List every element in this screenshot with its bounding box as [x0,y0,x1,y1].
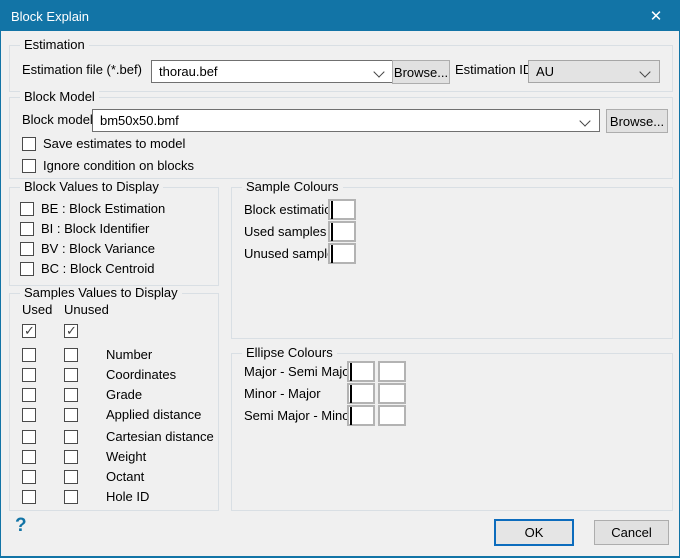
colour-fill [331,223,333,241]
estimation-id-label: Estimation ID [455,62,532,78]
used-cartesian-distance-checkbox[interactable] [22,430,36,444]
applied-distance-label: Applied distance [106,407,201,423]
used-coordinates-checkbox[interactable] [22,368,36,382]
used-octant-checkbox[interactable] [22,470,36,484]
number-label: Number [106,347,152,363]
ignore-condition-label: Ignore condition on blocks [43,158,194,174]
unused-cartesian-distance-checkbox[interactable] [64,430,78,444]
be-checkbox[interactable] [20,202,34,216]
block-model-group: Block Model Block model bm50x50.bmf Brow… [9,97,673,179]
minor-major-colour-swatch[interactable] [347,383,375,404]
ellipse-colours-group-label: Ellipse Colours [242,346,337,360]
sample-colours-group: Sample Colours Block estimation Used sam… [231,187,673,339]
unused-column-header: Unused [64,302,109,318]
save-estimates-checkbox[interactable] [22,137,36,151]
sample-colours-group-label: Sample Colours [242,180,343,194]
estimation-file-label: Estimation file (*.bef) [22,62,142,78]
bv-checkbox[interactable] [20,242,34,256]
window-title: Block Explain [1,9,89,24]
unused-applied-distance-checkbox[interactable] [64,408,78,422]
colour-fill [331,201,333,219]
block-explain-dialog: Block Explain ✕ Estimation Estimation fi… [0,0,680,558]
be-label: BE : Block Estimation [41,201,165,217]
block-values-group: Block Values to Display BE : Block Estim… [9,187,219,286]
block-model-group-label: Block Model [20,90,99,104]
save-estimates-label: Save estimates to model [43,136,185,152]
chevron-down-icon [639,66,650,77]
unused-number-checkbox[interactable] [64,348,78,362]
estimation-group: Estimation Estimation file (*.bef) thora… [9,45,673,92]
colour-fill [350,385,352,403]
cancel-button[interactable]: Cancel [594,520,669,545]
weight-label: Weight [106,449,146,465]
major-semi-major-colour-swatch[interactable] [347,361,375,382]
chevron-down-icon [579,115,590,126]
block-model-combobox[interactable]: bm50x50.bmf [92,109,600,132]
used-grade-checkbox[interactable] [22,388,36,402]
ignore-condition-checkbox[interactable] [22,159,36,173]
block-model-value: bm50x50.bmf [100,113,179,128]
unused-grade-checkbox[interactable] [64,388,78,402]
ok-button[interactable]: OK [494,519,574,546]
used-samples-colour-swatch[interactable] [328,221,356,242]
hole-id-label: Hole ID [106,489,149,505]
bc-label: BC : Block Centroid [41,261,154,277]
unused-hole-id-checkbox[interactable] [64,490,78,504]
estimation-file-value: thorau.bef [159,64,218,79]
block-model-label: Block model [22,112,93,128]
colour-fill [331,245,333,263]
chevron-down-icon [373,66,384,77]
semi-major-minor-label: Semi Major - Minor [244,408,354,424]
major-semi-major-label: Major - Semi Major [244,364,354,380]
samples-values-group-label: Samples Values to Display [20,286,182,300]
estimation-group-label: Estimation [20,38,89,52]
estimation-browse-button[interactable]: Browse... [392,60,450,84]
used-weight-checkbox[interactable] [22,450,36,464]
bc-checkbox[interactable] [20,262,34,276]
used-hole-id-checkbox[interactable] [22,490,36,504]
minor-major-colour2-swatch[interactable] [378,383,406,404]
titlebar[interactable]: Block Explain ✕ [1,1,679,31]
used-number-checkbox[interactable] [22,348,36,362]
unused-octant-checkbox[interactable] [64,470,78,484]
estimation-id-value: AU [536,64,554,79]
cartesian-distance-label: Cartesian distance [106,429,214,445]
used-applied-distance-checkbox[interactable] [22,408,36,422]
bi-label: BI : Block Identifier [41,221,149,237]
help-icon[interactable]: ? [15,515,27,537]
unused-samples-colour-swatch[interactable] [328,243,356,264]
colour-fill [350,407,352,425]
close-icon[interactable]: ✕ [633,1,679,31]
unused-coordinates-checkbox[interactable] [64,368,78,382]
unused-samples-colour-label: Unused samples [244,246,341,262]
block-values-group-label: Block Values to Display [20,180,163,194]
ellipse-colours-group: Ellipse Colours Major - Semi Major Minor… [231,353,673,511]
coordinates-label: Coordinates [106,367,176,383]
colour-fill [350,363,352,381]
samples-values-group: Samples Values to Display Used Unused Nu… [9,293,219,511]
used-all-checkbox[interactable] [22,324,36,338]
used-samples-colour-label: Used samples [244,224,326,240]
used-column-header: Used [22,302,52,318]
estimation-id-combobox[interactable]: AU [528,60,660,83]
estimation-file-combobox[interactable]: thorau.bef [151,60,394,83]
block-estimation-colour-label: Block estimation [244,202,339,218]
unused-all-checkbox[interactable] [64,324,78,338]
unused-weight-checkbox[interactable] [64,450,78,464]
minor-major-label: Minor - Major [244,386,321,402]
block-model-browse-button[interactable]: Browse... [606,109,668,133]
semi-major-minor-colour-swatch[interactable] [347,405,375,426]
bv-label: BV : Block Variance [41,241,155,257]
block-estimation-colour-swatch[interactable] [328,199,356,220]
octant-label: Octant [106,469,144,485]
grade-label: Grade [106,387,142,403]
major-semi-major-colour2-swatch[interactable] [378,361,406,382]
semi-major-minor-colour2-swatch[interactable] [378,405,406,426]
bi-checkbox[interactable] [20,222,34,236]
